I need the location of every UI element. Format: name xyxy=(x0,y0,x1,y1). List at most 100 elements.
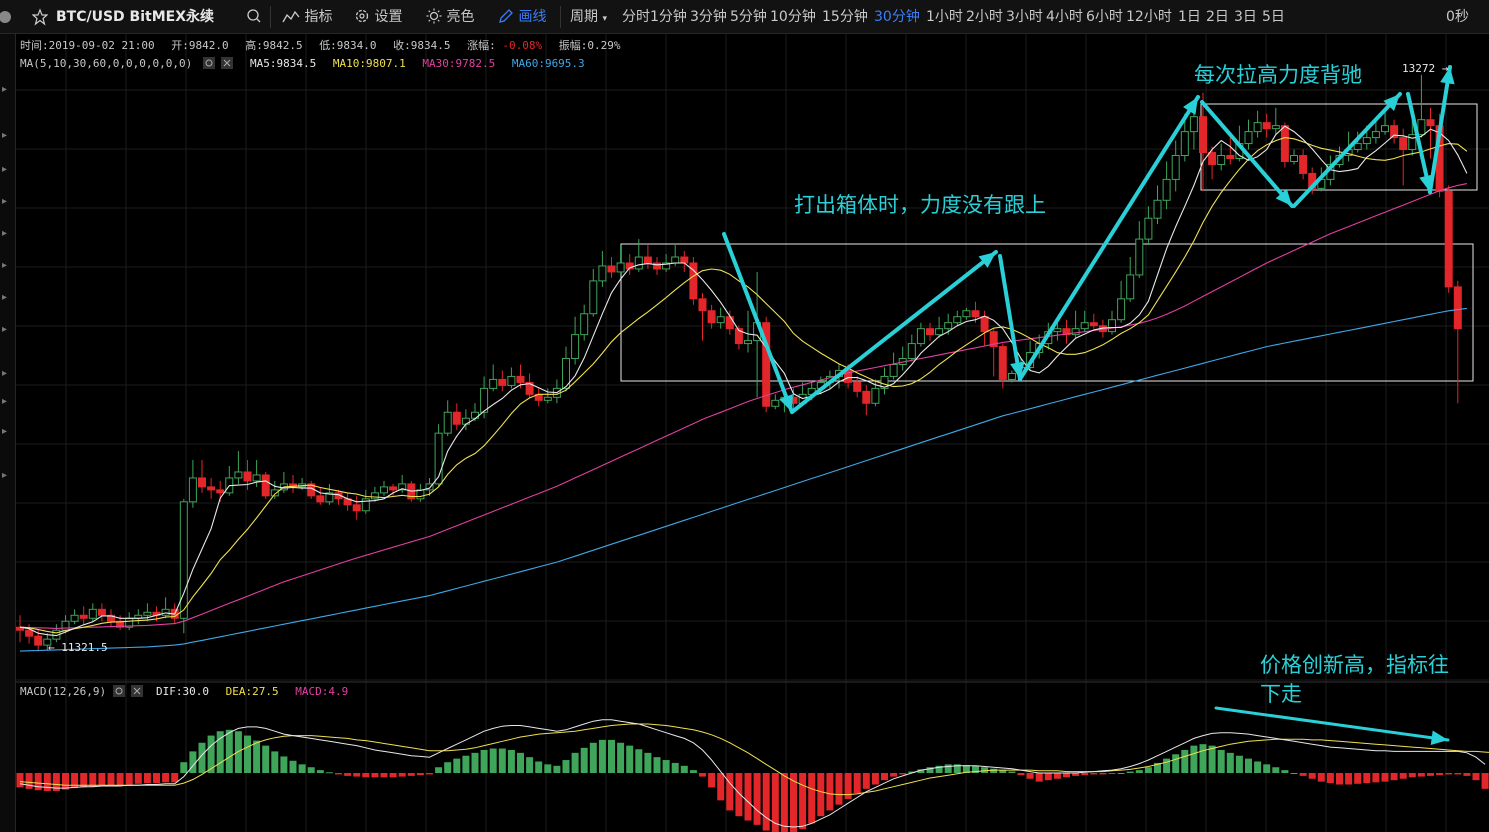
candle-body xyxy=(489,378,498,389)
candle-body xyxy=(1408,134,1417,151)
tool-icon[interactable]: ▸ xyxy=(2,324,7,335)
info-open: 开:9842.0 xyxy=(171,39,228,52)
candle-body xyxy=(352,504,361,512)
macd-bar xyxy=(1081,773,1089,776)
tool-icon[interactable]: ▸ xyxy=(2,228,7,239)
macd-bar xyxy=(216,731,224,773)
candle-body xyxy=(1426,119,1435,127)
macd-settings-icon[interactable] xyxy=(113,685,125,697)
tool-icon[interactable]: ▸ xyxy=(2,164,7,175)
macd-bar xyxy=(589,742,597,773)
arrow-shaft xyxy=(790,250,998,414)
interval-tab[interactable]: 4小时 xyxy=(1046,0,1083,34)
ma-settings-icon[interactable] xyxy=(203,57,215,69)
interval-tab[interactable]: 1日 xyxy=(1178,0,1201,34)
macd-bar xyxy=(1281,770,1289,773)
macd-bar xyxy=(1354,773,1362,784)
arrow-shaft xyxy=(1214,706,1450,742)
symbol-title[interactable]: BTC/USD BitMEX永续 xyxy=(56,0,214,34)
theme-button[interactable]: 亮色 xyxy=(426,0,474,34)
arrow-head xyxy=(1430,730,1448,746)
candle-body xyxy=(616,262,625,273)
tool-icon[interactable]: ▸ xyxy=(2,368,7,379)
macd-bar xyxy=(1263,764,1271,773)
macd-bar xyxy=(134,773,142,784)
macd-close-icon[interactable] xyxy=(131,685,143,697)
macd-bar xyxy=(1163,758,1171,773)
interval-tab[interactable]: 10分钟 xyxy=(770,0,816,34)
macd-bar xyxy=(1135,770,1143,773)
macd-bar xyxy=(162,773,170,783)
candle-body xyxy=(953,316,962,324)
macd-bar xyxy=(1090,773,1098,775)
macd-bar xyxy=(1235,755,1243,773)
macd-bar xyxy=(1399,773,1407,779)
candle-body xyxy=(198,477,206,488)
candle-body xyxy=(261,474,270,497)
interval-tab[interactable]: 3小时 xyxy=(1006,0,1043,34)
interval-tab[interactable]: 1小时 xyxy=(926,0,963,34)
macd-bar xyxy=(426,773,433,775)
interval-tab[interactable]: 5分钟 xyxy=(730,0,767,34)
candle-body xyxy=(853,381,862,392)
macd-bar xyxy=(899,773,907,775)
interval-tab[interactable]: 3分钟 xyxy=(690,0,727,34)
draw-button[interactable]: 画线 xyxy=(498,0,546,34)
tool-icon[interactable]: ▸ xyxy=(2,470,7,481)
candle-body xyxy=(443,411,452,434)
macd-panel xyxy=(16,719,1489,832)
interval-tab[interactable]: 6小时 xyxy=(1086,0,1123,34)
interval-tab[interactable]: 分时 xyxy=(622,0,650,34)
interval-tab[interactable]: 15分钟 xyxy=(822,0,868,34)
macd-bar xyxy=(1272,767,1280,773)
indicators-button[interactable]: 指标 xyxy=(282,0,332,34)
candle-body xyxy=(980,316,989,333)
candle-body xyxy=(243,471,252,482)
annotation-box-break: 打出箱体时，力度没有跟上 xyxy=(794,193,1046,217)
candle-body xyxy=(516,375,525,383)
ma-close-icon[interactable] xyxy=(221,57,233,69)
interval-tab[interactable]: 5日 xyxy=(1262,0,1285,34)
interval-tab[interactable]: 2小时 xyxy=(966,0,1003,34)
macd-value: MACD:4.9 xyxy=(295,685,348,698)
period-label: 周期 xyxy=(570,9,598,25)
period-dropdown[interactable]: 周期 ▾ xyxy=(570,0,607,34)
macd-bar xyxy=(1308,773,1316,779)
ma60-value: MA60:9695.3 xyxy=(512,57,585,70)
macd-bar xyxy=(1336,773,1343,785)
interval-tab[interactable]: 12小时 xyxy=(1126,0,1172,34)
settings-button[interactable]: 设置 xyxy=(354,0,402,34)
moving-averages xyxy=(19,125,1468,652)
tool-icon[interactable]: ▸ xyxy=(2,196,7,207)
tool-icon[interactable]: ▸ xyxy=(2,130,7,141)
candle-body xyxy=(1089,322,1098,327)
tool-icon[interactable]: ▸ xyxy=(2,426,7,437)
interval-tab[interactable]: 1分钟 xyxy=(650,0,687,34)
min-price-label: ← 11321.5 xyxy=(48,641,108,654)
macd-bar xyxy=(325,772,333,774)
interval-tab[interactable]: 30分钟 xyxy=(874,0,920,34)
interval-tab[interactable]: 3日 xyxy=(1234,0,1257,34)
interval-tab[interactable]: 2日 xyxy=(1206,0,1229,34)
macd-bar xyxy=(1181,749,1189,773)
macd-bar xyxy=(1035,773,1043,782)
macd-bar xyxy=(1199,744,1207,773)
tool-icon[interactable]: ▸ xyxy=(2,292,7,303)
tool-icon[interactable]: ▸ xyxy=(2,260,7,271)
macd-bar xyxy=(89,773,97,787)
candle-body xyxy=(34,635,43,646)
candle-body xyxy=(1126,274,1135,300)
candle-body xyxy=(971,310,980,318)
candle-body xyxy=(1371,131,1380,139)
star-icon[interactable] xyxy=(31,0,49,34)
macd-bar xyxy=(1190,745,1198,773)
tool-icon[interactable]: ▸ xyxy=(2,396,7,407)
macd-bar xyxy=(598,739,606,773)
macd-bar xyxy=(626,745,634,773)
candlestick-chart[interactable]: 时间:2019-09-02 21:00 开:9842.0 高:9842.5 低:… xyxy=(16,34,1489,832)
candle-body xyxy=(1353,143,1362,151)
tool-icon[interactable]: ▸ xyxy=(2,84,7,95)
search-icon[interactable] xyxy=(246,0,262,34)
candle-body xyxy=(889,363,898,377)
info-close: 收:9834.5 xyxy=(393,38,450,52)
